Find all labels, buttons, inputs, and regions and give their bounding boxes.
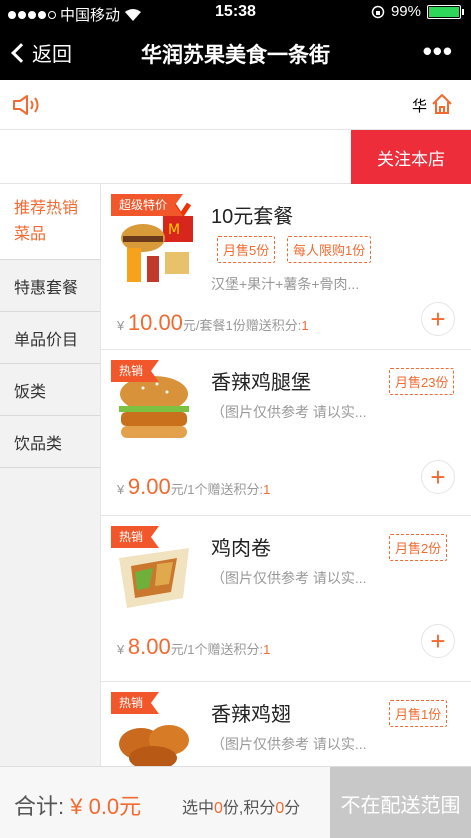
selection-info: 选中0份,积分0分 — [182, 800, 301, 817]
checkout-button-disabled[interactable]: 不在配送范围 — [330, 767, 471, 838]
product-name: 香辣鸡翅 — [211, 704, 291, 726]
battery-percent: 99% — [390, 3, 421, 20]
product-name: 鸡肉卷 — [211, 538, 271, 560]
list-item: 热销 香辣鸡腿堡 月售23份 （图片仅供参考 请以实... ¥ 9.00元/1个… — [101, 350, 471, 516]
product-description: （图片仅供参考 请以实... — [211, 404, 367, 420]
monthly-sales-tag: 月售5份 — [217, 236, 276, 263]
category-label: 饮品类 — [14, 435, 63, 453]
monthly-sales-tag: 月售2份 — [389, 534, 448, 561]
follow-row: 关注本店 — [0, 130, 471, 184]
svg-text:M: M — [168, 222, 180, 238]
category-sidebar: 推荐热销 菜品 特惠套餐 单品价目 饭类 饮品类 — [0, 184, 100, 766]
category-label: 饭类 — [14, 383, 47, 401]
notice-bar: 华 — [0, 80, 471, 130]
list-item: 热销 香辣鸡翅 月售1份 （图片仅供参考 请以实... — [101, 682, 471, 766]
category-recommended[interactable]: 推荐热销 菜品 — [0, 184, 100, 260]
product-description: （图片仅供参考 请以实... — [211, 570, 367, 586]
monthly-sales-tag: 月售23份 — [389, 368, 455, 395]
hot-sale-ribbon: 热销 — [111, 360, 160, 382]
cart-footer: 合计: ¥ 0.0元 选中0份,积分0分 不在配送范围 — [0, 766, 471, 838]
category-rice[interactable]: 饭类 — [0, 364, 100, 416]
add-to-cart-button[interactable]: + — [421, 460, 455, 494]
product-price: ¥ 10.00元/套餐1份赠送积分:1 — [117, 310, 309, 335]
product-price: ¥ 9.00元/1个赠送积分:1 — [117, 474, 271, 499]
category-drinks[interactable]: 饮品类 — [0, 416, 100, 468]
speaker-icon — [13, 95, 39, 115]
monthly-sales-tag: 月售1份 — [389, 700, 448, 727]
add-to-cart-button[interactable]: + — [421, 624, 455, 658]
list-item: 超级特价 M 10元套餐 月售5份 每人限购1份 汉堡+果汁+薯条+骨肉... … — [101, 184, 471, 350]
category-label: 单品价目 — [14, 331, 79, 349]
category-label: 推荐热销 — [14, 199, 79, 217]
purchase-limit-tag: 每人限购1份 — [287, 236, 372, 263]
rotation-lock-icon — [371, 5, 385, 18]
list-item: 热销 鸡肉卷 月售2份 （图片仅供参考 请以实... ¥ 8.00元/1个赠送积… — [101, 516, 471, 682]
category-single-items[interactable]: 单品价目 — [0, 312, 100, 364]
battery-icon — [427, 4, 464, 19]
category-discount-set[interactable]: 特惠套餐 — [0, 260, 100, 312]
hot-sale-ribbon: 热销 — [111, 526, 160, 548]
product-description: （图片仅供参考 请以实... — [211, 736, 367, 752]
more-menu-button[interactable]: ••• — [423, 36, 453, 67]
follow-store-button[interactable]: 关注本店 — [351, 130, 471, 184]
page-title: 华润苏果美食一条街 — [141, 44, 330, 67]
category-label: 菜品 — [14, 225, 47, 243]
product-name: 10元套餐 — [211, 206, 294, 228]
cart-total: 合计: ¥ 0.0元 — [14, 794, 142, 819]
category-label: 特惠套餐 — [14, 279, 79, 297]
home-icon[interactable] — [430, 92, 454, 116]
product-description: 汉堡+果汁+薯条+骨肉... — [211, 276, 360, 292]
notice-text: 华 — [412, 98, 428, 115]
add-to-cart-button[interactable]: + — [421, 302, 455, 336]
nav-bar: 返回 华润苏果美食一条街 ••• — [0, 26, 471, 80]
product-list[interactable]: 超级特价 M 10元套餐 月售5份 每人限购1份 汉堡+果汁+薯条+骨肉... … — [100, 184, 471, 766]
product-name: 香辣鸡腿堡 — [211, 372, 311, 394]
hot-sale-ribbon: 热销 — [111, 692, 160, 714]
status-bar: 中国移动 15:38 99% — [0, 0, 471, 26]
product-price: ¥ 8.00元/1个赠送积分:1 — [117, 634, 271, 659]
promo-ribbon: 超级特价 — [111, 194, 184, 216]
